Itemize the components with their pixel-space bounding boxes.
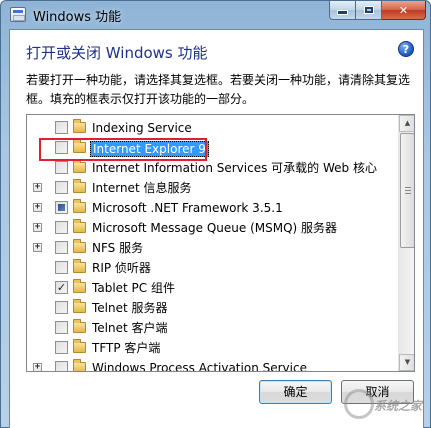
instructions-text: 若要打开一种功能，请选择其复选框。若要关闭一种功能，请清除其复选框。填充的框表示… bbox=[26, 73, 411, 106]
feature-row[interactable]: + Windows Process Activation Service bbox=[27, 358, 399, 371]
expand-plus-icon[interactable]: + bbox=[33, 183, 42, 192]
folder-icon bbox=[73, 179, 86, 193]
ok-button[interactable]: 确定 bbox=[259, 380, 332, 404]
folder-icon bbox=[73, 159, 86, 173]
folder-icon bbox=[73, 279, 86, 293]
feature-checkbox[interactable] bbox=[55, 201, 68, 214]
feature-row[interactable]: Telnet 客户端 bbox=[27, 318, 399, 338]
folder-icon bbox=[73, 259, 86, 273]
feature-checkbox[interactable]: ✓ bbox=[55, 281, 68, 294]
minimize-icon bbox=[337, 10, 348, 15]
scroll-up-icon[interactable]: ▲ bbox=[399, 115, 414, 132]
features-tree: Indexing Service Internet Explorer 9 Inter… bbox=[26, 114, 415, 372]
feature-checkbox[interactable] bbox=[55, 261, 68, 274]
folder-icon bbox=[73, 219, 86, 233]
feature-label[interactable]: Microsoft .NET Framework 3.5.1 bbox=[90, 201, 285, 215]
feature-row[interactable]: Internet Explorer 9 bbox=[27, 138, 399, 158]
help-icon[interactable]: ? bbox=[398, 41, 414, 57]
folder-icon bbox=[73, 319, 86, 333]
feature-label[interactable]: TFTP 客户端 bbox=[90, 341, 162, 355]
maximize-icon bbox=[363, 6, 374, 14]
close-button[interactable]: ✕ bbox=[382, 1, 426, 20]
thumb-grip-line bbox=[405, 193, 411, 194]
expand-plus-icon[interactable]: + bbox=[33, 363, 42, 371]
expand-plus-icon[interactable]: + bbox=[33, 223, 42, 232]
expand-plus-icon[interactable]: + bbox=[33, 243, 42, 252]
feature-row[interactable]: + Microsoft .NET Framework 3.5.1 bbox=[27, 198, 399, 218]
feature-row[interactable]: Internet Information Services 可承载的 Web 核… bbox=[27, 158, 399, 178]
folder-icon bbox=[73, 119, 86, 133]
feature-checkbox[interactable] bbox=[55, 121, 68, 134]
expand-plus-icon[interactable]: + bbox=[33, 203, 42, 212]
title-bar[interactable]: Windows 功能 ✕ bbox=[1, 1, 431, 29]
feature-label[interactable]: RIP 侦听器 bbox=[90, 261, 153, 275]
feature-label[interactable]: Microsoft Message Queue (MSMQ) 服务器 bbox=[90, 221, 339, 235]
folder-icon bbox=[73, 199, 86, 213]
folder-icon bbox=[73, 339, 86, 353]
scroll-down-icon[interactable]: ▼ bbox=[399, 354, 414, 371]
feature-label[interactable]: Indexing Service bbox=[90, 121, 194, 135]
feature-checkbox[interactable] bbox=[55, 161, 68, 174]
folder-icon bbox=[73, 299, 86, 313]
feature-checkbox[interactable] bbox=[55, 301, 68, 314]
feature-label[interactable]: Windows Process Activation Service bbox=[90, 361, 309, 371]
page-title: 打开或关闭 Windows 功能 bbox=[26, 44, 208, 62]
feature-checkbox[interactable] bbox=[55, 361, 68, 371]
feature-row[interactable]: Telnet 服务器 bbox=[27, 298, 399, 318]
windows-features-dialog: Windows 功能 ✕ 打开或关闭 Windows 功能 ? 若要打开一种功能… bbox=[0, 0, 431, 428]
features-list: Indexing Service Internet Explorer 9 Inter… bbox=[27, 118, 399, 371]
dialog-client-area: 打开或关闭 Windows 功能 ? 若要打开一种功能，请选择其复选框。若要关闭… bbox=[9, 29, 424, 428]
feature-checkbox[interactable] bbox=[55, 341, 68, 354]
feature-checkbox[interactable] bbox=[55, 181, 68, 194]
caption-buttons: ✕ bbox=[329, 1, 426, 21]
window-title: Windows 功能 bbox=[33, 10, 122, 25]
feature-label[interactable]: Tablet PC 组件 bbox=[90, 281, 177, 295]
feature-label[interactable]: Internet Explorer 9 bbox=[90, 141, 209, 157]
feature-checkbox[interactable] bbox=[55, 221, 68, 234]
maximize-button[interactable] bbox=[356, 1, 382, 20]
vertical-scrollbar[interactable]: ▲ ▼ bbox=[398, 115, 414, 371]
feature-row[interactable]: RIP 侦听器 bbox=[27, 258, 399, 278]
minimize-button[interactable] bbox=[329, 1, 356, 20]
scrollbar-thumb[interactable] bbox=[400, 133, 414, 248]
close-icon: ✕ bbox=[398, 3, 409, 17]
feature-row[interactable]: ✓ Tablet PC 组件 bbox=[27, 278, 399, 298]
feature-checkbox[interactable] bbox=[55, 321, 68, 334]
thumb-grip-line bbox=[405, 190, 411, 191]
feature-row[interactable]: + NFS 服务 bbox=[27, 238, 399, 258]
feature-row[interactable]: + Microsoft Message Queue (MSMQ) 服务器 bbox=[27, 218, 399, 238]
feature-row[interactable]: Indexing Service bbox=[27, 118, 399, 138]
window-app-icon bbox=[10, 7, 26, 22]
feature-label[interactable]: Telnet 客户端 bbox=[90, 321, 170, 335]
feature-label[interactable]: Telnet 服务器 bbox=[90, 301, 170, 315]
feature-label[interactable]: Internet 信息服务 bbox=[90, 181, 193, 195]
thumb-grip-line bbox=[405, 187, 411, 188]
cancel-button[interactable]: 取消 bbox=[341, 380, 414, 404]
folder-icon bbox=[73, 139, 86, 153]
feature-checkbox[interactable] bbox=[55, 141, 68, 154]
feature-label[interactable]: Internet Information Services 可承载的 Web 核… bbox=[90, 161, 379, 175]
feature-label[interactable]: NFS 服务 bbox=[90, 241, 145, 255]
folder-icon bbox=[73, 359, 86, 371]
feature-row[interactable]: TFTP 客户端 bbox=[27, 338, 399, 358]
folder-icon bbox=[73, 239, 86, 253]
feature-checkbox[interactable] bbox=[55, 241, 68, 254]
feature-row[interactable]: + Internet 信息服务 bbox=[27, 178, 399, 198]
